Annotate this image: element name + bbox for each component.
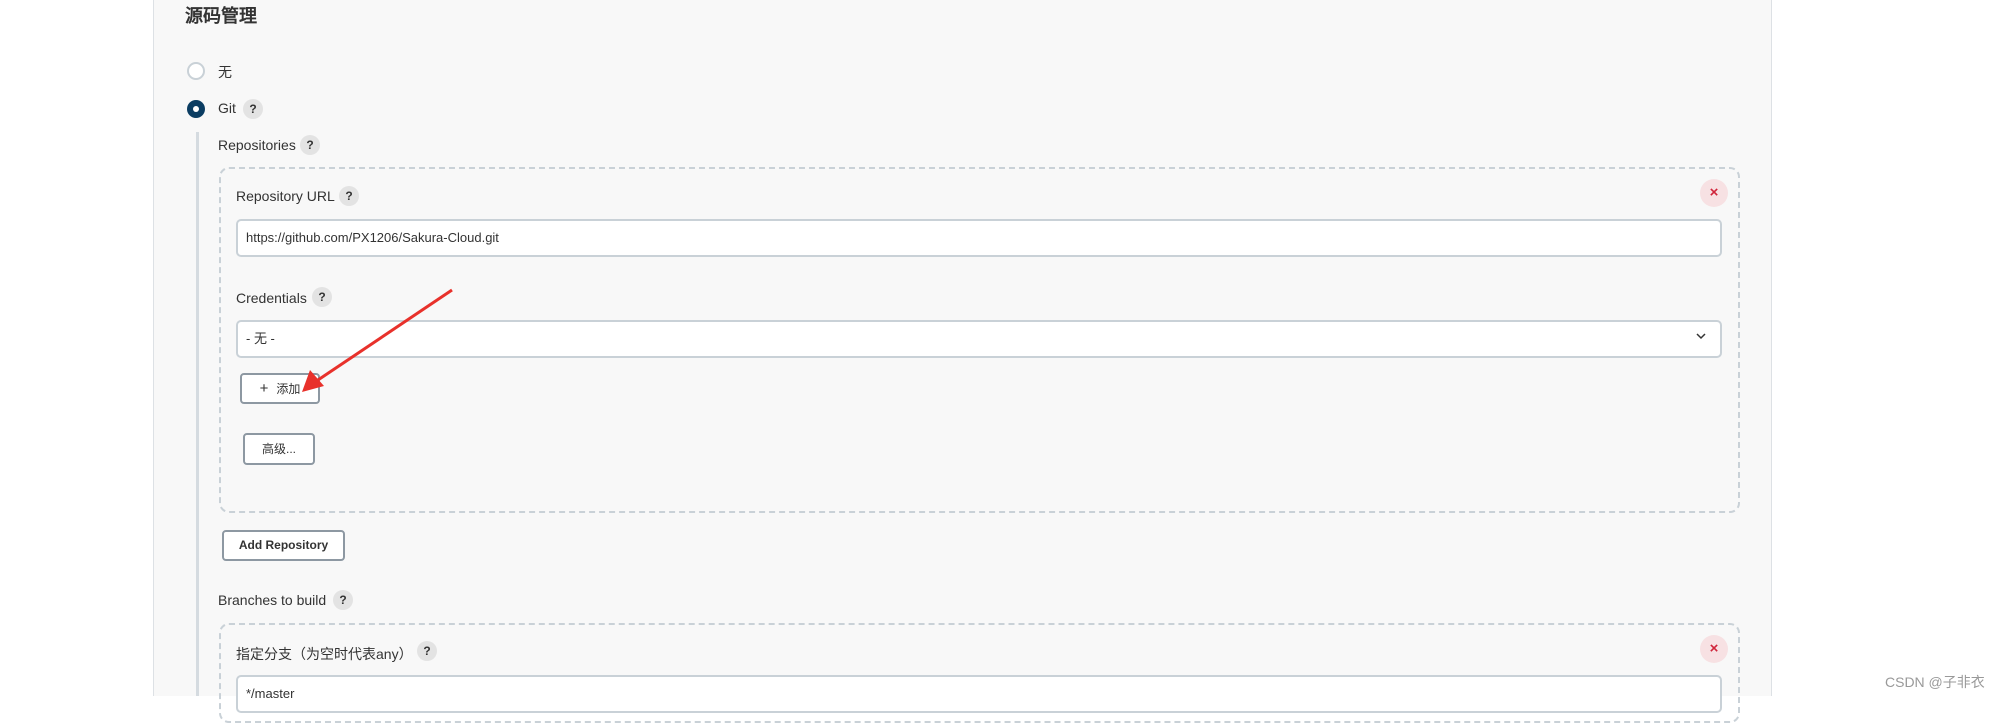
arrow-head [302, 370, 324, 392]
arrow-shaft [314, 288, 453, 384]
watermark: CSDN @子非衣 [1885, 674, 1985, 690]
annotation-arrow [302, 288, 453, 392]
